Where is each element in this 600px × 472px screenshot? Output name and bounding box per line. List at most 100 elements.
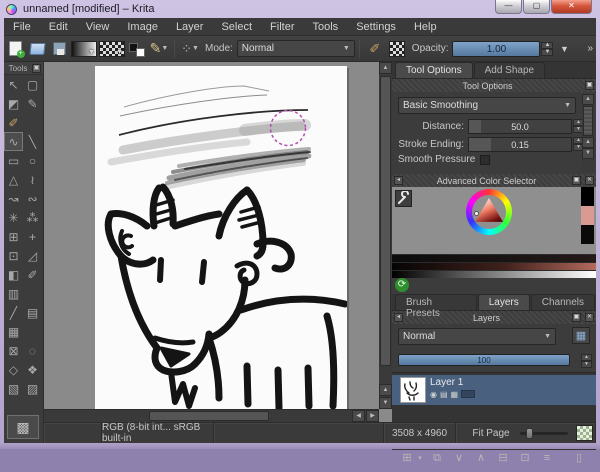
opacity-slider[interactable]: 1.00 [452,41,540,57]
canvas-vertical-scrollbar[interactable]: ▲ ▲ ▼ [379,62,392,409]
rect-select-tool[interactable]: ⊠ [4,341,23,360]
rectangle-tool[interactable]: ▭ [4,151,23,170]
menu-filter[interactable]: Filter [261,21,303,33]
collapse-docker-icon[interactable]: ◂ [394,176,403,185]
gradient-tool[interactable]: ▥ [4,284,23,303]
assistants-tool[interactable]: ▤ [23,303,42,322]
document-page[interactable] [95,66,347,409]
blending-mode-select[interactable]: Normal ▼ [237,40,355,57]
polygonal-select-tool[interactable]: ◇ [4,360,23,379]
scroll-up2-icon[interactable]: ▲ [582,137,594,148]
vertical-scroll-thumb[interactable] [380,76,391,366]
layers-docker-header[interactable]: ◂ Layers ▣ ✕ [392,311,596,324]
transform-tool[interactable]: ⊞ [4,227,23,246]
layer-properties-button[interactable]: ≡ [538,451,556,467]
fill-tool[interactable]: ◧ [4,265,23,284]
close-icon[interactable]: ✕ [585,176,594,185]
recent-color-swatches[interactable] [581,187,594,244]
menu-edit[interactable]: Edit [40,21,77,33]
pattern-edit-tool[interactable]: ◩ [4,94,23,113]
zoom-slider-thumb[interactable] [526,428,533,439]
polygon-tool[interactable]: △ [4,170,23,189]
grid-tool[interactable]: ▦ [4,322,23,341]
menu-view[interactable]: View [77,21,119,33]
layer-row[interactable]: Layer 1 ◉ ▤ ▦ [392,375,596,405]
outline-select-tool[interactable]: ◌ [23,341,42,360]
value-gradient-bar[interactable] [392,254,596,262]
layer-lock-icon[interactable]: ▤ [440,390,448,399]
tab-tool-options[interactable]: Tool Options [395,62,473,78]
color-wheel[interactable] [466,189,512,235]
advanced-color-selector[interactable] [392,187,596,254]
scroll-down-icon[interactable]: ▼ [379,397,392,409]
tab-channels[interactable]: Channels [531,294,595,310]
menu-layer[interactable]: Layer [167,21,213,33]
shape-edit-tool[interactable]: ▢ [23,75,42,94]
multibrush-tool[interactable]: ⁂ [23,208,42,227]
menu-image[interactable]: Image [118,21,167,33]
move-tool[interactable]: + [23,227,42,246]
float-docker-icon[interactable]: ▣ [572,176,581,185]
float-docker-icon[interactable]: ▣ [32,64,41,73]
layer-alpha-icon[interactable]: ▦ [451,390,459,399]
titlebar[interactable]: unnamed [modified] – Krita — ▢ ✕ [0,0,600,18]
color-selector-docker-header[interactable]: ◂ Advanced Color Selector ▣ ✕ [392,174,596,187]
move-layer-down-button[interactable]: ∨ [450,451,468,467]
polyline-tool[interactable]: ≀ [23,170,42,189]
swatch-black2[interactable] [581,225,594,244]
lightness-gradient-bar[interactable] [392,270,596,278]
measure-tool[interactable]: ╱ [4,303,23,322]
freehand-brush-tool[interactable]: ∿ [4,132,23,151]
current-tool-tile[interactable]: ▩ [7,415,39,439]
smooth-pressure-checkbox[interactable] [480,155,490,165]
perspective-grid-tool[interactable]: ◿ [23,246,42,265]
eraser-preset-icon[interactable] [387,39,407,59]
similar-select-tool[interactable]: ▧ [4,379,23,398]
zoom-slider[interactable] [520,432,568,435]
zoom-fit-icon[interactable] [576,425,593,441]
tab-brush-presets[interactable]: Brush Presets [395,294,477,310]
add-layer-button[interactable]: ⊞ [398,451,416,467]
tool-options-docker-header[interactable]: Tool Options ▣ [392,79,596,92]
move-layer-up-button[interactable]: ∧ [472,451,490,467]
scroll-up2-icon[interactable]: ▲ [379,384,392,396]
layer-visibility-icon[interactable]: ◉ [430,390,437,399]
scroll-thumb[interactable] [583,106,593,136]
close-button[interactable]: ✕ [551,0,592,14]
open-document-icon[interactable] [27,39,47,59]
collapse-docker-icon[interactable]: ◂ [394,313,403,322]
freehand-path-tool[interactable]: ∾ [23,189,42,208]
fg-bg-swap-icon[interactable] [127,39,147,59]
distance-input[interactable]: 50.0 [468,119,572,134]
scroll-left-icon[interactable]: ◀ [352,410,365,422]
brush-editor-icon[interactable]: ✎▼ [149,39,169,59]
menu-help[interactable]: Help [405,21,446,33]
line-tool[interactable]: ╲ [23,132,42,151]
tab-layers[interactable]: Layers [478,294,530,310]
scroll-right-icon[interactable]: ▶ [366,410,379,422]
layer-opacity-slider[interactable]: 100 [398,354,570,366]
minimize-button[interactable]: — [495,0,522,14]
smoothing-mode-select[interactable]: Basic Smoothing ▼ [398,97,576,114]
gradient-chooser-icon[interactable]: ▼ [71,39,97,59]
tab-add-shape[interactable]: Add Shape [474,62,546,78]
maximize-button[interactable]: ▢ [523,0,550,14]
delete-layer-button[interactable]: ▯ [570,451,588,467]
tool-options-scrollbar[interactable]: ▲ ▲ ▼ [582,94,594,172]
move-into-group-button[interactable]: ⊟ [494,451,512,467]
bezier-curve-tool[interactable]: ↝ [4,189,23,208]
new-document-icon[interactable]: + [5,39,25,59]
duplicate-layer-button[interactable]: ⧉ [428,451,446,467]
gradient-edit-tool[interactable]: ✐ [4,113,23,132]
horizontal-scroll-thumb[interactable] [149,411,269,421]
menu-tools[interactable]: Tools [304,21,348,33]
scroll-down-icon[interactable]: ▼ [582,148,594,159]
calligraphy-tool[interactable]: ✎ [23,94,42,113]
layer-blend-mode-select[interactable]: Normal ▼ [398,328,556,345]
scroll-up-icon[interactable]: ▲ [379,62,392,74]
ellipse-tool[interactable]: ○ [23,151,42,170]
color-selector-settings-button[interactable] [395,190,412,207]
menu-file[interactable]: File [4,21,40,33]
float-docker-icon[interactable]: ▣ [572,313,581,322]
menu-select[interactable]: Select [212,21,261,33]
